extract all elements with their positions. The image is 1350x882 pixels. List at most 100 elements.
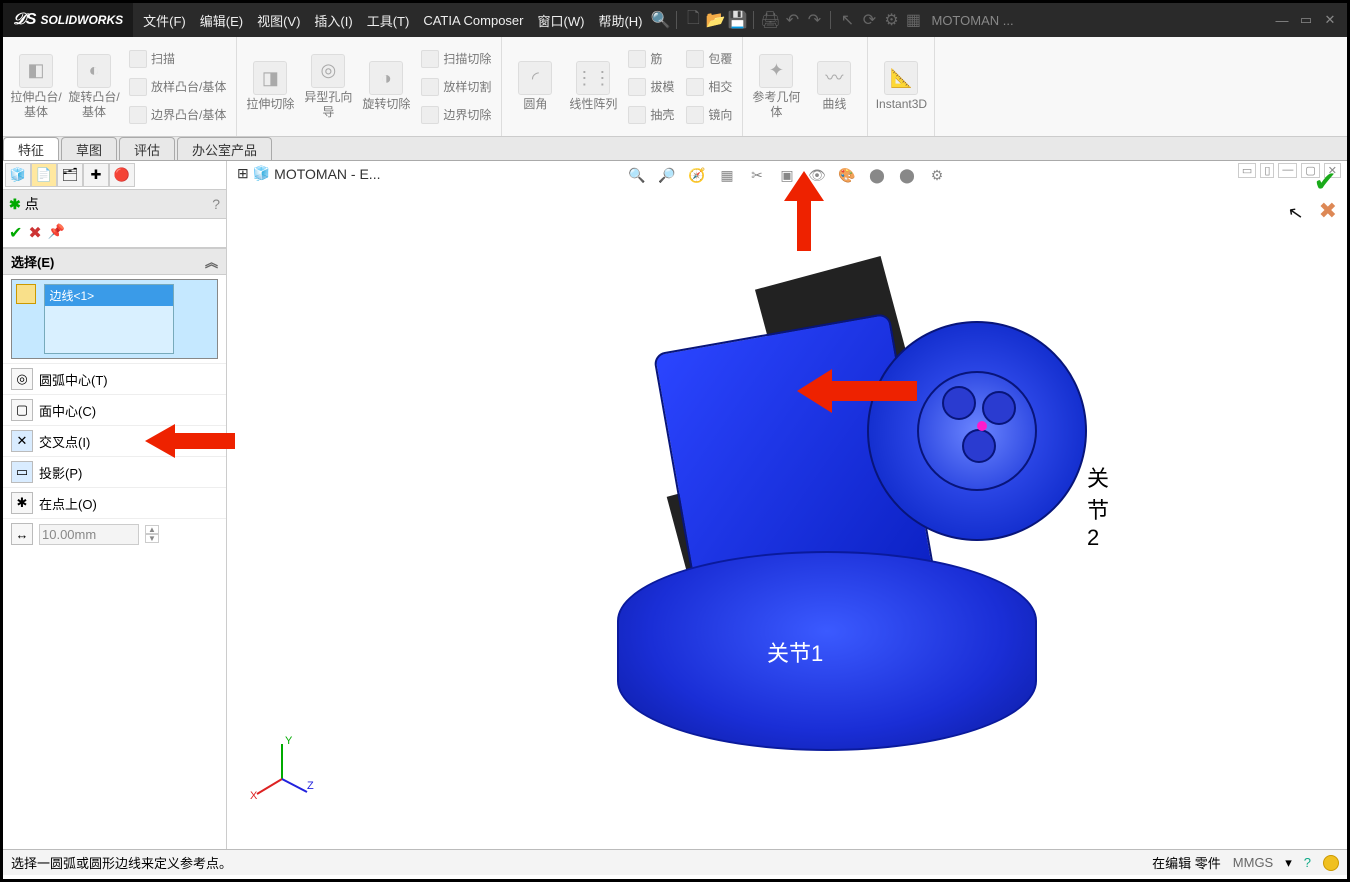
ref-geom-icon: ✦: [759, 54, 793, 88]
menu-tools[interactable]: 工具(T): [361, 7, 416, 34]
status-help-icon[interactable]: ?: [1304, 855, 1311, 870]
distance-input[interactable]: [39, 524, 139, 545]
new-icon[interactable]: 🗋: [683, 10, 703, 30]
print-icon[interactable]: 🖨: [760, 10, 780, 30]
status-units[interactable]: MMGS: [1233, 855, 1273, 870]
part-icon: 🧊: [253, 165, 270, 182]
curves-icon: 〰: [817, 61, 851, 95]
instant3d-button[interactable]: 📐Instant3D: [874, 41, 928, 132]
loft-cut-button[interactable]: 放样切割: [417, 73, 495, 101]
mirror-button[interactable]: 镜向: [682, 101, 736, 129]
fillet-icon: ◜: [518, 61, 552, 95]
confirm-ok-button[interactable]: ✔: [1314, 165, 1337, 198]
menu-insert[interactable]: 插入(I): [308, 7, 358, 34]
ref-geom-button[interactable]: ✦参考几何体: [749, 41, 803, 132]
callout-arrow-ribbon: [779, 171, 829, 256]
select-icon[interactable]: ↖: [837, 10, 857, 30]
pm-pin-button[interactable]: 📌: [48, 223, 65, 243]
draft-button[interactable]: 拔模: [624, 73, 678, 101]
panel-tab-display[interactable]: 🔴: [109, 163, 135, 187]
intersect-button[interactable]: 相交: [682, 73, 736, 101]
appearance-icon[interactable]: 🎨: [835, 163, 859, 187]
extrude-cut-button[interactable]: ◨拉伸切除: [243, 41, 297, 132]
hole-wizard-button[interactable]: ◎异型孔向导: [301, 41, 355, 132]
model-view[interactable]: 关节1 关节2: [437, 211, 1117, 791]
menu-catia[interactable]: CATIA Composer: [417, 9, 529, 32]
tab-feature[interactable]: 特征: [3, 137, 59, 160]
boundary-boss-button[interactable]: 边界凸台/基体: [125, 101, 230, 129]
status-hint: 选择一圆弧或圆形边线来定义参考点。: [11, 853, 232, 872]
panel-tab-feature-tree[interactable]: 🧊: [5, 163, 31, 187]
wrap-button[interactable]: 包覆: [682, 45, 736, 73]
view-orient-icon[interactable]: 🧭: [685, 163, 709, 187]
rebuild-icon[interactable]: ⟳: [859, 10, 879, 30]
curves-button[interactable]: 〰曲线: [807, 41, 861, 132]
revolve-cut-button[interactable]: ◑旋转切除: [359, 41, 413, 132]
status-dropdown-icon[interactable]: ▾: [1285, 855, 1292, 871]
window-restore[interactable]: ▭: [1297, 11, 1315, 29]
opt-on-point[interactable]: ✱ 在点上(O): [3, 487, 226, 518]
tab-sketch[interactable]: 草图: [61, 137, 117, 160]
selection-filter-icon: [16, 284, 36, 304]
reference-point-marker: [977, 421, 987, 431]
render-icon[interactable]: ⬤: [895, 163, 919, 187]
sweep-cut-button[interactable]: 扫描切除: [417, 45, 495, 73]
status-pin-icon[interactable]: [1323, 855, 1339, 871]
tab-evaluate[interactable]: 评估: [119, 137, 175, 160]
window-minimize[interactable]: —: [1273, 11, 1291, 29]
menu-edit[interactable]: 编辑(E): [194, 7, 249, 34]
separator: [830, 11, 831, 29]
loft-boss-button[interactable]: 放样凸台/基体: [125, 73, 230, 101]
options-icon[interactable]: ⚙: [881, 10, 901, 30]
revolve-boss-button[interactable]: ◐旋转凸台/基体: [67, 41, 121, 132]
breadcrumb-label: MOTOMAN - E...: [274, 166, 380, 182]
pm-asterisk-icon: ✱: [9, 196, 21, 213]
rib-button[interactable]: 筋: [624, 45, 678, 73]
pm-cancel-button[interactable]: ✖: [28, 223, 41, 243]
linear-pattern-button[interactable]: ⋮⋮线性阵列: [566, 41, 620, 132]
window-close[interactable]: ✕: [1321, 11, 1339, 29]
pm-ok-button[interactable]: ✔: [9, 223, 22, 243]
confirm-corner: ✔ ✖: [1314, 165, 1337, 224]
settings-icon[interactable]: ⚙: [925, 163, 949, 187]
misc-icon[interactable]: ▦: [903, 10, 923, 30]
menu-file[interactable]: 文件(F): [137, 7, 192, 34]
boundary-cut-button[interactable]: 边界切除: [417, 101, 495, 129]
scene-icon[interactable]: ⬤: [865, 163, 889, 187]
pm-help-icon[interactable]: ?: [212, 196, 220, 212]
breadcrumb[interactable]: ⊞ 🧊 MOTOMAN - E...: [237, 165, 380, 182]
selection-box[interactable]: 边线<1>: [11, 279, 218, 359]
tree-expand-icon[interactable]: ⊞: [237, 165, 249, 182]
selection-item[interactable]: 边线<1>: [45, 285, 173, 306]
search-icon[interactable]: 🔍: [650, 10, 670, 30]
menu-view[interactable]: 视图(V): [251, 7, 306, 34]
opt-arc-center[interactable]: ◎ 圆弧中心(T): [3, 363, 226, 394]
sweep-button[interactable]: 扫描: [125, 45, 230, 73]
vp-restore-icon[interactable]: ▭: [1238, 163, 1256, 178]
viewport[interactable]: ⊞ 🧊 MOTOMAN - E... 🔍 🔎 🧭 ▦ ✂ ▣ 👁 🎨 ⬤ ⬤ ⚙…: [227, 161, 1347, 849]
menu-help[interactable]: 帮助(H): [592, 7, 648, 34]
undo-icon[interactable]: ↶: [782, 10, 802, 30]
distance-spinner[interactable]: ▲▼: [145, 525, 159, 543]
panel-tab-dim[interactable]: ✚: [83, 163, 109, 187]
redo-icon[interactable]: ↷: [804, 10, 824, 30]
display-style-icon[interactable]: ▦: [715, 163, 739, 187]
selection-list[interactable]: 边线<1>: [44, 284, 174, 354]
vp-min-icon[interactable]: —: [1278, 163, 1297, 178]
loft-icon: [129, 78, 147, 96]
shell-button[interactable]: 抽壳: [624, 101, 678, 129]
save-icon[interactable]: 💾: [727, 10, 747, 30]
menu-window[interactable]: 窗口(W): [532, 7, 591, 34]
pm-section-select[interactable]: 选择(E) ︽: [3, 248, 226, 275]
open-icon[interactable]: 📂: [705, 10, 725, 30]
confirm-cancel-button[interactable]: ✖: [1314, 198, 1337, 224]
zoom-fit-icon[interactable]: 🔍: [625, 163, 649, 187]
panel-tab-property-mgr[interactable]: 📄: [31, 163, 57, 187]
fillet-button[interactable]: ◜圆角: [508, 41, 562, 132]
extrude-boss-button[interactable]: ◧拉伸凸台/基体: [9, 41, 63, 132]
panel-tab-config[interactable]: 🗂: [57, 163, 83, 187]
section-view-icon[interactable]: ✂: [745, 163, 769, 187]
vp-tile-icon[interactable]: ▯: [1260, 163, 1274, 178]
tab-office[interactable]: 办公室产品: [177, 137, 272, 160]
zoom-window-icon[interactable]: 🔎: [655, 163, 679, 187]
